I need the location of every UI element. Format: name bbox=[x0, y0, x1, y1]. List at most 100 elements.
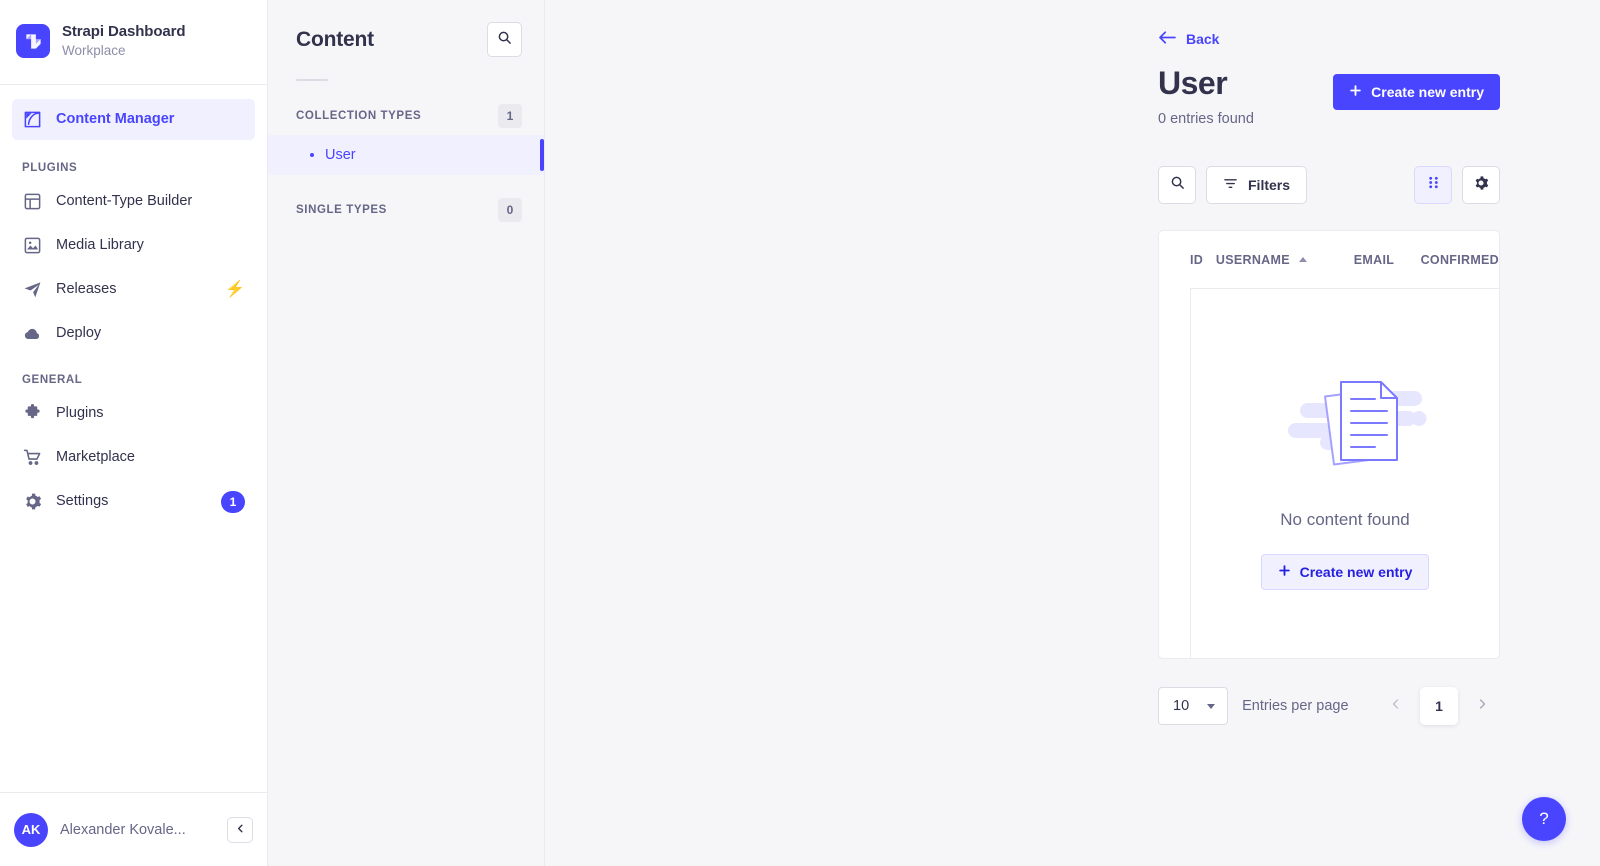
section-label: SINGLE TYPES bbox=[296, 204, 387, 216]
create-button-label: Create new entry bbox=[1371, 84, 1484, 100]
chevron-right-icon bbox=[1476, 697, 1488, 715]
question-mark-icon: ? bbox=[1539, 809, 1549, 828]
column-label: ID bbox=[1190, 252, 1204, 267]
brand-title: Strapi Dashboard bbox=[62, 22, 186, 40]
sidebar-item-marketplace[interactable]: Marketplace bbox=[12, 437, 255, 478]
content-panel-title: Content bbox=[296, 28, 374, 51]
sidebar-item-label: Media Library bbox=[56, 237, 144, 254]
page-header: User 0 entries found Create new entry bbox=[1158, 64, 1500, 127]
sidebar-item-deploy[interactable]: Deploy bbox=[12, 313, 255, 354]
sidebar-item-content-type-builder[interactable]: Content-Type Builder bbox=[12, 181, 255, 222]
sidebar-group-plugins: PLUGINS bbox=[22, 162, 78, 174]
pagination-page-1[interactable]: 1 bbox=[1420, 687, 1458, 726]
empty-state-create-label: Create new entry bbox=[1299, 564, 1413, 581]
sidebar-item-label: Content-Type Builder bbox=[56, 193, 193, 210]
pagination-page-label: 1 bbox=[1435, 698, 1443, 715]
puzzle-icon bbox=[22, 404, 42, 424]
back-label: Back bbox=[1186, 31, 1220, 47]
main-sidebar: Strapi Dashboard Workplace Content Manag… bbox=[0, 0, 268, 866]
brand-header[interactable]: Strapi Dashboard Workplace bbox=[0, 0, 267, 85]
cloud-icon bbox=[22, 324, 42, 344]
view-grid-button[interactable] bbox=[1414, 166, 1452, 205]
bullet-icon bbox=[310, 153, 314, 157]
sidebar-item-label: Content Manager bbox=[56, 111, 175, 128]
pagination-previous-button[interactable] bbox=[1378, 688, 1414, 724]
plus-icon bbox=[1278, 564, 1291, 580]
entries-per-page-label: Entries per page bbox=[1242, 698, 1349, 715]
paper-plane-icon bbox=[22, 280, 42, 300]
main-content: Back User 0 entries found Create new ent… bbox=[545, 0, 1600, 866]
filters-label: Filters bbox=[1248, 177, 1291, 194]
lightning-bolt-icon: ⚡ bbox=[225, 280, 245, 298]
content-panel-header: Content bbox=[268, 0, 544, 57]
sidebar-collapse-button[interactable] bbox=[227, 816, 253, 843]
shopping-cart-icon bbox=[22, 448, 42, 468]
section-count: 1 bbox=[498, 104, 522, 128]
chevron-left-icon bbox=[235, 821, 246, 839]
empty-state: No content found Create new entry bbox=[1190, 288, 1499, 659]
content-search-button[interactable] bbox=[487, 22, 522, 57]
page-title: User bbox=[1158, 65, 1228, 101]
user-name: Alexander Kovale... bbox=[60, 821, 186, 838]
column-label: USERNAME bbox=[1215, 252, 1290, 267]
content-type-label: User bbox=[325, 147, 356, 163]
sidebar-item-releases[interactable]: Releases ⚡ bbox=[12, 269, 255, 310]
table-toolbar: Filters bbox=[1158, 166, 1500, 205]
settings-badge: 1 bbox=[221, 490, 245, 513]
entries-count-label: 0 entries found bbox=[1158, 111, 1254, 128]
column-header-confirmed[interactable]: CONFIRMED bbox=[1421, 253, 1499, 267]
chevron-down-icon bbox=[1207, 703, 1216, 709]
plus-icon bbox=[1349, 84, 1362, 100]
section-single-types: SINGLE TYPES 0 bbox=[268, 191, 544, 229]
filters-button[interactable]: Filters bbox=[1206, 166, 1308, 205]
sidebar-item-label: Releases bbox=[56, 281, 117, 298]
gear-icon bbox=[1473, 175, 1489, 196]
section-collection-types: COLLECTION TYPES 1 bbox=[268, 97, 544, 135]
app-root: Strapi Dashboard Workplace Content Manag… bbox=[0, 0, 1600, 866]
table-settings-button[interactable] bbox=[1462, 166, 1500, 205]
documents-illustration bbox=[1262, 357, 1428, 480]
empty-state-create-button[interactable]: Create new entry bbox=[1260, 554, 1430, 591]
section-count: 0 bbox=[498, 198, 522, 222]
sidebar-item-plugins[interactable]: Plugins bbox=[12, 393, 255, 434]
section-label: COLLECTION TYPES bbox=[296, 110, 422, 122]
sidebar-item-content-manager[interactable]: Content Manager bbox=[12, 99, 255, 140]
column-label: EMAIL bbox=[1353, 252, 1395, 267]
sidebar-nav: Content Manager PLUGINS Content-Type Bui… bbox=[0, 85, 267, 792]
search-icon bbox=[1170, 175, 1185, 195]
column-header-username[interactable]: USERNAME bbox=[1216, 253, 1354, 267]
gear-icon bbox=[22, 492, 42, 512]
filter-icon bbox=[1223, 176, 1238, 194]
page-size-select[interactable]: 10 bbox=[1158, 687, 1229, 726]
sidebar-group-general: GENERAL bbox=[22, 374, 83, 386]
strapi-logo-icon bbox=[16, 24, 50, 58]
column-label: CONFIRMED bbox=[1420, 252, 1499, 267]
sidebar-user-bar[interactable]: AK Alexander Kovale... bbox=[0, 792, 267, 866]
pagination-next-button[interactable] bbox=[1464, 688, 1500, 724]
sidebar-item-label: Deploy bbox=[56, 325, 102, 342]
column-header-id[interactable]: ID bbox=[1190, 253, 1216, 267]
sidebar-item-label: Settings bbox=[56, 493, 109, 510]
table-search-button[interactable] bbox=[1158, 166, 1196, 205]
sort-ascending-icon[interactable] bbox=[1298, 257, 1307, 263]
layout-icon bbox=[22, 192, 42, 212]
pagination: 1 bbox=[1378, 687, 1500, 726]
image-icon bbox=[22, 236, 42, 256]
column-header-email[interactable]: EMAIL bbox=[1354, 253, 1421, 267]
feather-pen-icon bbox=[22, 110, 42, 130]
table-footer: 10 Entries per page 1 bbox=[1158, 687, 1500, 726]
help-button[interactable]: ? bbox=[1522, 797, 1566, 841]
sidebar-item-label: Marketplace bbox=[56, 449, 135, 466]
sidebar-item-media-library[interactable]: Media Library bbox=[12, 225, 255, 266]
content-panel-divider bbox=[296, 79, 328, 81]
create-new-entry-button[interactable]: Create new entry bbox=[1333, 74, 1500, 110]
content-type-item-user[interactable]: User bbox=[268, 135, 544, 175]
brand-subtitle: Workplace bbox=[62, 43, 126, 59]
back-link[interactable]: Back bbox=[1158, 30, 1219, 48]
content-types-panel: Content COLLECTION TYPES 1 User SINGLE T… bbox=[268, 0, 545, 866]
arrow-left-icon bbox=[1158, 30, 1177, 48]
page-size-value: 10 bbox=[1173, 698, 1190, 715]
table-header-row: ID USERNAME EMAIL CONFIRMED bbox=[1159, 231, 1499, 288]
sidebar-item-settings[interactable]: Settings 1 bbox=[12, 481, 255, 522]
chevron-left-icon bbox=[1390, 697, 1402, 715]
